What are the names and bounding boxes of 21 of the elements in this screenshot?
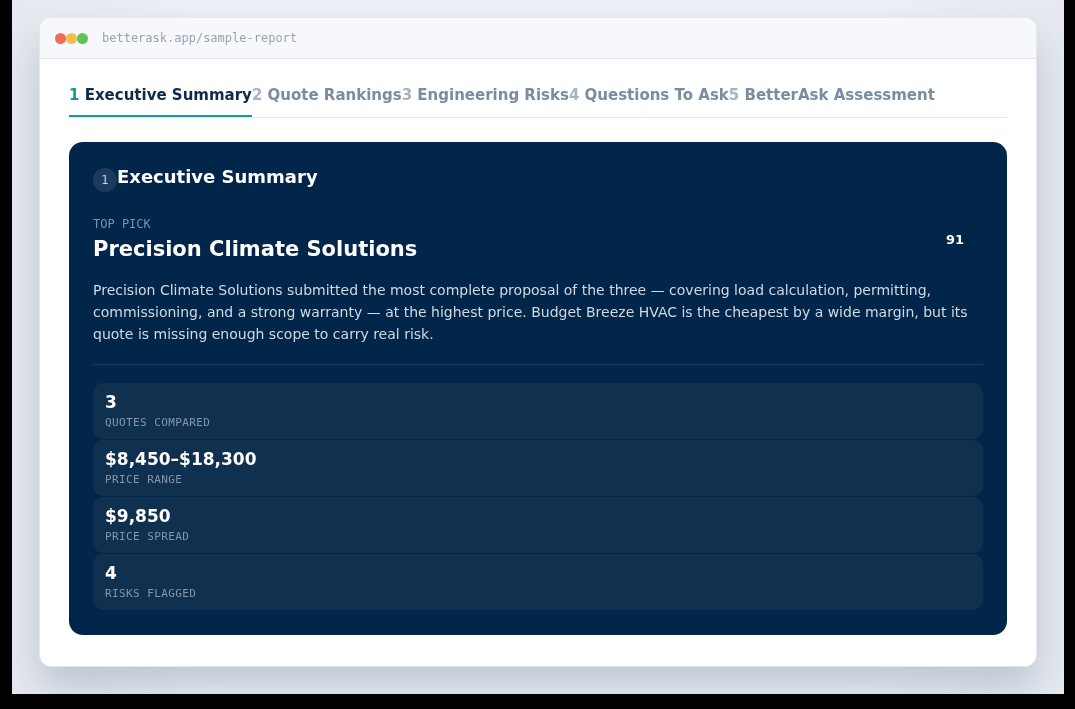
stat-value: 4 — [105, 562, 118, 585]
stat-value: $9,850 — [105, 505, 172, 528]
section-number-badge: 1 — [93, 168, 117, 192]
tab[interactable]: 1 Executive Summary — [69, 79, 252, 117]
stat-value: 3 — [105, 391, 118, 414]
stat-label: PRICE SPREAD — [105, 530, 191, 544]
summary-paragraph: Precision Climate Solutions submitted the most complete proposal of the three — covering load calculation, permitting, commissioning, and a strong warranty — at the highest price. Budget Breeze HVAC is the cheapest by a wide margin, but its quote is missing enough scope to carry real risk. — [93, 281, 969, 344]
tab[interactable]: 2 Quote Rankings — [251, 79, 402, 117]
section-title: Executive Summary — [117, 166, 318, 188]
score-value: 91 — [945, 231, 965, 248]
window-controls-icon[interactable] — [55, 32, 88, 44]
stat-label: RISKS FLAGGED — [105, 587, 198, 601]
tab[interactable]: 4 Questions To Ask — [568, 79, 729, 117]
tab[interactable]: 3 Engineering Risks — [401, 79, 569, 117]
stat-value: $8,450–$18,300 — [105, 448, 258, 471]
stat-label: QUOTES COMPARED — [105, 416, 212, 430]
stat-label: PRICE RANGE — [105, 473, 184, 487]
url-text: betterask.app/sample-report — [102, 30, 298, 46]
top-pick-label: TOP PICK — [93, 216, 152, 232]
top-pick-name: Precision Climate Solutions — [93, 236, 418, 263]
tab[interactable]: 5 BetterAsk Assessment — [728, 79, 935, 117]
